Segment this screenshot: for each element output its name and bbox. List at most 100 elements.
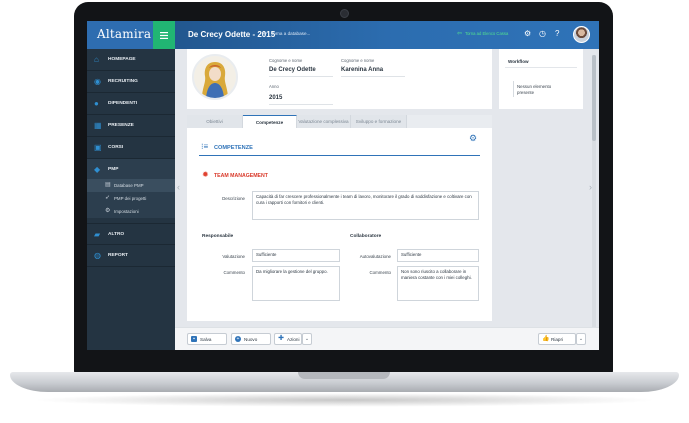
laptop-notch bbox=[298, 372, 390, 379]
sidebar-subitem-impostazioni[interactable]: ⚙ Impostazioni bbox=[87, 205, 175, 218]
salva-button[interactable]: ▪ Salva bbox=[187, 333, 227, 345]
sidebar: ⌂ HOMEPAGE ◉ RECRUITING ● DIPENDENTI ▦ P… bbox=[87, 49, 175, 350]
help-icon[interactable]: ? bbox=[555, 29, 559, 38]
descrizione-label: Descrizione bbox=[222, 196, 245, 201]
clock-icon[interactable]: ◷ bbox=[539, 29, 546, 38]
sidebar-item-label: RECRUITING bbox=[108, 79, 138, 84]
cognome2-value: Karenina Anna bbox=[341, 67, 384, 73]
valutazione-label: Valutazione bbox=[222, 254, 245, 259]
team-management-title: TEAM MANAGEMENT bbox=[214, 173, 268, 179]
gear-icon[interactable]: ⚙ bbox=[469, 134, 477, 143]
azioni-button[interactable]: ✚ Azioni bbox=[274, 333, 302, 345]
home-icon: ⌂ bbox=[94, 55, 99, 64]
nuovo-button[interactable]: + Nuovo bbox=[231, 333, 271, 345]
chevron-right-icon[interactable]: › bbox=[589, 183, 592, 192]
sidebar-subitem-label: PMP dei progetti bbox=[114, 196, 147, 201]
sidebar-subitem-database-pmp[interactable]: ▤ Database PMP bbox=[87, 179, 175, 192]
tab-valutazione-complessiva[interactable]: Valutazione complessiva bbox=[297, 115, 351, 128]
anno-label: Anno bbox=[269, 84, 279, 89]
cognome2-label: Cognome e nome bbox=[341, 58, 375, 63]
profile-photo bbox=[192, 54, 238, 100]
field-underline bbox=[341, 76, 405, 77]
sidebar-item-report[interactable]: ◍ REPORT bbox=[87, 245, 175, 267]
breadcrumb[interactable]: Torna a database... bbox=[271, 31, 310, 36]
competenze-icon: ⁝≡ bbox=[201, 142, 209, 151]
chevron-left-icon[interactable]: ‹ bbox=[177, 183, 180, 192]
field-underline bbox=[269, 104, 333, 105]
save-icon: ▪ bbox=[191, 336, 197, 342]
sidebar-item-label: DIPENDENTI bbox=[108, 101, 138, 106]
database-icon: ▤ bbox=[105, 182, 111, 188]
app-logo[interactable]: Altamira bbox=[97, 27, 151, 41]
workflow-bar bbox=[513, 81, 514, 97]
section-divider bbox=[199, 155, 480, 156]
riapri-dropdown-toggle[interactable]: ⌄ bbox=[576, 333, 586, 345]
webcam bbox=[340, 9, 349, 18]
workflow-empty-text: Nessun elemento presente bbox=[517, 84, 552, 95]
descrizione-field[interactable]: Capacità di far crescere professionalmen… bbox=[252, 191, 479, 220]
tab-obiettivi[interactable]: Obiettivi bbox=[187, 115, 243, 128]
sidebar-subitem-label: Impostazioni bbox=[114, 209, 139, 214]
workflow-panel bbox=[499, 49, 583, 109]
laptop-shadow bbox=[30, 393, 659, 407]
link-icon[interactable]: ⇦ bbox=[457, 30, 462, 39]
collaboratore-heading: Collaboratore bbox=[350, 234, 382, 239]
thumbs-up-icon: 👍 bbox=[542, 336, 550, 342]
sidebar-subitem-pmp-progetti[interactable]: ➶ PMP dei progetti bbox=[87, 192, 175, 205]
valutazione-field[interactable]: Sufficiente bbox=[252, 249, 340, 262]
nuovo-label: Nuovo bbox=[244, 336, 258, 342]
commento-field[interactable]: Da migliorare la gestione del gruppo. bbox=[252, 266, 340, 301]
riapri-button[interactable]: 👍 Riapri bbox=[538, 333, 576, 345]
courses-icon: ▣ bbox=[94, 143, 102, 152]
screen: Altamira De Crecy Odette - 2015 ⇐ Torna … bbox=[87, 21, 599, 350]
sidebar-item-label: REPORT bbox=[108, 253, 128, 258]
cognome-value: De Crecy Odette bbox=[269, 67, 316, 73]
hamburger-icon[interactable] bbox=[153, 21, 175, 49]
user-avatar[interactable] bbox=[573, 26, 590, 43]
anno-value: 2015 bbox=[269, 95, 283, 101]
sidebar-item-presenze[interactable]: ▦ PRESENZE bbox=[87, 115, 175, 137]
sidebar-item-label: CORSI bbox=[108, 145, 124, 150]
report-icon: ◍ bbox=[94, 251, 101, 260]
team-gear-icon: ✹ bbox=[202, 170, 209, 179]
cognome-label: Cognome e nome bbox=[269, 58, 303, 63]
folder-icon: ▰ bbox=[94, 230, 101, 239]
settings-icon: ⚙ bbox=[105, 208, 111, 214]
back-icon[interactable]: ⇐ bbox=[263, 31, 269, 37]
sidebar-item-label: PRESENZE bbox=[108, 123, 134, 128]
sidebar-subitem-label: Database PMP bbox=[114, 183, 144, 188]
sidebar-item-homepage[interactable]: ⌂ HOMEPAGE bbox=[87, 49, 175, 71]
sidebar-item-corsi[interactable]: ▣ CORSI bbox=[87, 137, 175, 159]
pmp-icon: ◆ bbox=[94, 165, 101, 174]
azioni-label: Azioni bbox=[287, 336, 300, 342]
field-underline bbox=[269, 76, 333, 77]
sidebar-item-altro[interactable]: ▰ ALTRO bbox=[87, 223, 175, 245]
azioni-dropdown-toggle[interactable]: ⌄ bbox=[302, 333, 312, 345]
workflow-divider bbox=[505, 67, 577, 68]
users-icon: ● bbox=[94, 99, 99, 108]
sidebar-item-pmp[interactable]: ◆ PMP bbox=[87, 159, 175, 181]
back-to-list-link[interactable]: Torna ad Elenco Cassa bbox=[465, 31, 508, 36]
autovalutazione-field[interactable]: Sufficiente bbox=[397, 249, 479, 262]
commento2-field[interactable]: Non sono riuscito a collaborare in manie… bbox=[397, 266, 479, 301]
salva-label: Salva bbox=[200, 336, 212, 342]
scrollbar-thumb[interactable] bbox=[592, 55, 596, 141]
tab-competenze[interactable]: Competenze bbox=[243, 115, 297, 128]
gear-icon[interactable]: ⚙ bbox=[524, 29, 531, 38]
sidebar-item-dipendenti[interactable]: ● DIPENDENTI bbox=[87, 93, 175, 115]
sidebar-item-label: ALTRO bbox=[108, 232, 125, 237]
sidebar-item-label: PMP bbox=[108, 167, 119, 172]
plus-icon: + bbox=[235, 336, 241, 342]
plus-icon: ✚ bbox=[278, 335, 284, 342]
commento-label: Commento bbox=[223, 270, 245, 275]
tab-sviluppo-formazione[interactable]: Sviluppo e formazione bbox=[351, 115, 407, 128]
autovalutazione-label: Autovalutazione bbox=[359, 254, 391, 259]
recruiting-icon: ◉ bbox=[94, 77, 101, 86]
sidebar-item-label: HOMEPAGE bbox=[108, 57, 136, 62]
workflow-title: Workflow bbox=[508, 59, 529, 64]
responsabile-heading: Responsabile bbox=[202, 234, 234, 239]
commento2-label: Commento bbox=[369, 270, 391, 275]
sidebar-item-recruiting[interactable]: ◉ RECRUITING bbox=[87, 71, 175, 93]
chevron-down-icon: ⌄ bbox=[578, 336, 584, 342]
section-title: COMPETENZE bbox=[214, 145, 253, 151]
